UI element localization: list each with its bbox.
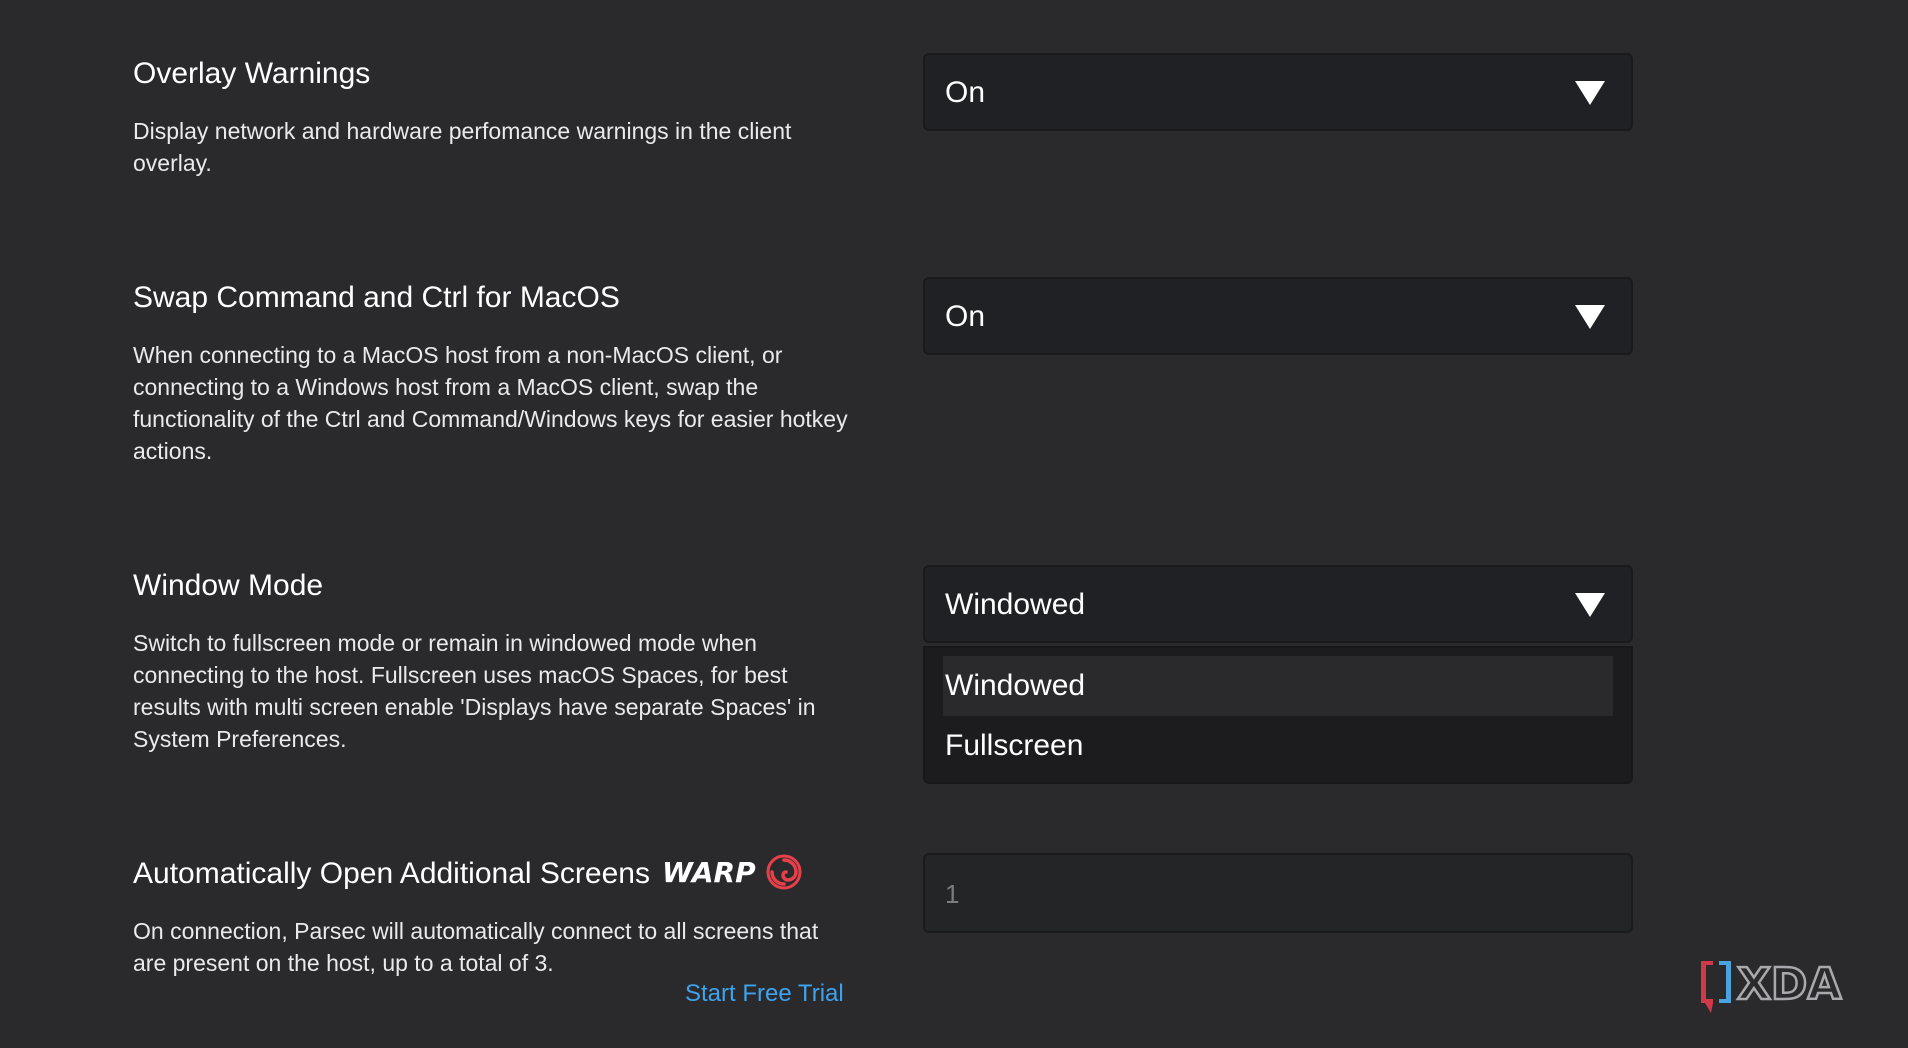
swap-command-ctrl-select[interactable]: On: [923, 277, 1633, 355]
warp-label: WARP: [662, 855, 756, 889]
additional-screens-input[interactable]: 1: [923, 853, 1633, 933]
overlay-warnings-title: Overlay Warnings: [133, 57, 371, 90]
settings-page: Overlay Warnings Display network and har…: [0, 0, 1908, 1048]
start-free-trial-link[interactable]: Start Free Trial: [685, 980, 844, 1008]
swap-command-ctrl-description: When connecting to a MacOS host from a n…: [133, 342, 848, 464]
warp-badge: WARP: [662, 854, 802, 890]
caret-down-icon: [1575, 305, 1605, 329]
overlay-warnings-value: On: [945, 76, 986, 109]
additional-screens-value: 1: [945, 879, 960, 909]
window-mode-select[interactable]: Windowed: [923, 565, 1633, 643]
window-mode-dropdown: Windowed Fullscreen: [923, 646, 1633, 784]
window-mode-value: Windowed: [945, 588, 1086, 621]
overlay-warnings-select[interactable]: On: [923, 53, 1633, 131]
additional-screens-description: On connection, Parsec will automatically…: [133, 918, 819, 976]
window-mode-description: Switch to fullscreen mode or remain in w…: [133, 630, 816, 752]
option-fullscreen[interactable]: Fullscreen: [943, 716, 1613, 776]
caret-down-icon: [1575, 81, 1605, 105]
swap-command-ctrl-value: On: [945, 300, 986, 333]
caret-down-icon: [1575, 593, 1605, 617]
window-mode-title: Window Mode: [133, 569, 324, 602]
swap-command-ctrl-title: Swap Command and Ctrl for MacOS: [133, 281, 620, 314]
additional-screens-title: Automatically Open Additional Screens: [133, 857, 650, 890]
xda-logo: XDA: [1701, 958, 1843, 1013]
warp-swirl-icon: [766, 854, 802, 890]
xda-watermark-text: XDA: [1737, 959, 1842, 1010]
overlay-warnings-description: Display network and hardware perfomance …: [133, 118, 792, 176]
option-windowed[interactable]: Windowed: [943, 656, 1613, 716]
